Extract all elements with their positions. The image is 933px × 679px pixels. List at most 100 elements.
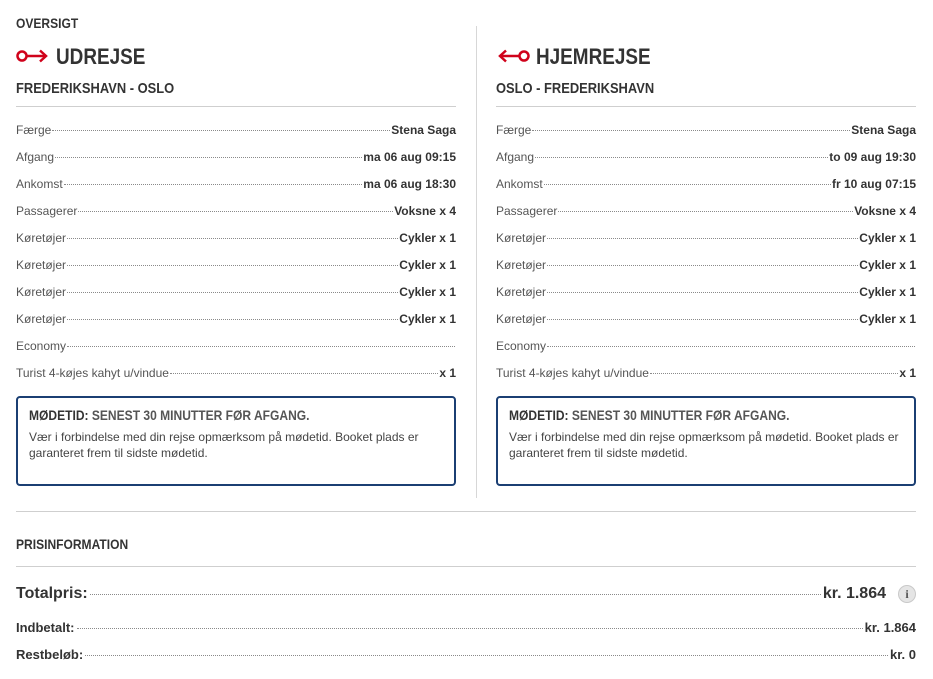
detail-label: Køretøjer <box>496 312 547 326</box>
divider <box>16 566 916 567</box>
detail-row: Køretøjer Cykler x 1 <box>496 312 916 339</box>
detail-value: ma 06 aug 18:30 <box>363 177 456 191</box>
return-details: Færge Stena Saga Afgang to 09 aug 19:30 Anko… <box>496 123 916 393</box>
detail-row: Passagerer Voksne x 4 <box>496 204 916 231</box>
detail-label: Køretøjer <box>496 285 547 299</box>
detail-value: Cykler x 1 <box>859 312 916 326</box>
paid-value: kr. 1.864 <box>864 620 916 635</box>
dot-leader <box>547 292 859 293</box>
paid-row: Indbetalt: kr. 1.864 <box>16 620 916 635</box>
detail-value: Stena Saga <box>851 123 916 137</box>
detail-value: Stena Saga <box>391 123 456 137</box>
dot-leader <box>85 655 888 656</box>
return-header: HJEMREJSE <box>496 40 916 74</box>
detail-label: Passagerer <box>16 204 78 218</box>
divider <box>16 106 456 107</box>
detail-label: Køretøjer <box>16 231 67 245</box>
column-divider <box>476 26 477 498</box>
dot-leader <box>67 292 399 293</box>
return-meeting-notice: MØDETID: SENEST 30 MINUTTER FØR AFGANG. … <box>496 396 916 486</box>
detail-label: Færge <box>16 123 52 137</box>
return-route: OSLO - FREDERIKSHAVN <box>496 80 655 97</box>
paid-label: Indbetalt: <box>16 620 75 635</box>
outbound-section: UDREJSE FREDERIKSHAVN - OSLO Færge Stena … <box>16 40 456 486</box>
divider <box>16 511 916 512</box>
arrow-left-icon <box>498 49 530 63</box>
dot-leader <box>67 238 399 239</box>
detail-label: Ankomst <box>16 177 63 191</box>
dot-leader <box>89 594 821 595</box>
return-title: HJEMREJSE <box>536 44 651 69</box>
arrow-right-icon <box>16 49 48 63</box>
remaining-value: kr. 0 <box>889 647 916 662</box>
dot-leader <box>547 319 859 320</box>
detail-row: Turist 4-køjes kahyt u/vindue x 1 <box>496 366 916 393</box>
total-price-label: Totalpris: <box>16 585 88 602</box>
detail-row: Turist 4-køjes kahyt u/vindue x 1 <box>16 366 456 393</box>
detail-value: fr 10 aug 07:15 <box>831 177 916 191</box>
outbound-title: UDREJSE <box>56 44 146 69</box>
dot-leader <box>67 265 399 266</box>
total-price-row: Totalpris: kr. 1.864 <box>16 585 886 603</box>
detail-value: Voksne x 4 <box>394 204 456 218</box>
detail-value: Cykler x 1 <box>399 231 456 245</box>
detail-row: Køretøjer Cykler x 1 <box>496 258 916 285</box>
dot-leader <box>532 130 851 131</box>
detail-row: Economy <box>16 339 456 366</box>
notice-text: Vær i forbindelse med din rejse opmærkso… <box>509 430 899 460</box>
dot-leader <box>535 157 829 158</box>
detail-value: Cykler x 1 <box>399 312 456 326</box>
detail-label: Køretøjer <box>16 258 67 272</box>
dot-leader <box>547 238 859 239</box>
detail-row: Køretøjer Cykler x 1 <box>16 312 456 339</box>
notice-title: MØDETID: SENEST 30 MINUTTER FØR AFGANG. <box>29 407 310 423</box>
dot-leader <box>76 628 863 629</box>
detail-value: Cykler x 1 <box>859 258 916 272</box>
detail-row: Passagerer Voksne x 4 <box>16 204 456 231</box>
detail-row: Færge Stena Saga <box>496 123 916 150</box>
detail-row: Ankomst ma 06 aug 18:30 <box>16 177 456 204</box>
detail-label: Economy <box>16 339 67 353</box>
outbound-header: UDREJSE <box>16 40 456 74</box>
detail-row: Afgang to 09 aug 19:30 <box>496 150 916 177</box>
detail-row: Køretøjer Cykler x 1 <box>16 258 456 285</box>
detail-label: Ankomst <box>496 177 543 191</box>
detail-label: Afgang <box>16 150 55 164</box>
dot-leader <box>169 373 439 374</box>
remaining-label: Restbeløb: <box>16 647 84 662</box>
dot-leader <box>547 265 859 266</box>
detail-value: x 1 <box>439 366 456 380</box>
detail-label: Economy <box>496 339 547 353</box>
detail-row: Afgang ma 06 aug 09:15 <box>16 150 456 177</box>
dot-leader <box>558 211 854 212</box>
detail-row: Køretøjer Cykler x 1 <box>496 285 916 312</box>
detail-row: Køretøjer Cykler x 1 <box>16 285 456 312</box>
outbound-route: FREDERIKSHAVN - OSLO <box>16 80 175 97</box>
detail-label: Køretøjer <box>496 258 547 272</box>
detail-label: Køretøjer <box>496 231 547 245</box>
detail-row: Færge Stena Saga <box>16 123 456 150</box>
info-icon[interactable]: i <box>898 585 916 603</box>
detail-label: Færge <box>496 123 532 137</box>
dot-leader <box>547 346 915 347</box>
detail-value: Cykler x 1 <box>859 231 916 245</box>
outbound-meeting-notice: MØDETID: SENEST 30 MINUTTER FØR AFGANG. … <box>16 396 456 486</box>
outbound-details: Færge Stena Saga Afgang ma 06 aug 09:15 Anko… <box>16 123 456 393</box>
dot-leader <box>67 346 455 347</box>
remaining-row: Restbeløb: kr. 0 <box>16 647 916 662</box>
price-section-title: PRISINFORMATION <box>16 536 129 552</box>
detail-label: Turist 4-køjes kahyt u/vindue <box>16 366 169 380</box>
notice-text: Vær i forbindelse med din rejse opmærkso… <box>29 430 419 460</box>
detail-label: Turist 4-køjes kahyt u/vindue <box>496 366 649 380</box>
detail-label: Afgang <box>496 150 535 164</box>
detail-label: Køretøjer <box>16 285 67 299</box>
detail-label: Passagerer <box>496 204 558 218</box>
dot-leader <box>52 130 391 131</box>
detail-value: ma 06 aug 09:15 <box>363 150 456 164</box>
return-section: HJEMREJSE OSLO - FREDERIKSHAVN Færge Sten… <box>496 40 916 486</box>
detail-value: Voksne x 4 <box>854 204 916 218</box>
detail-row: Ankomst fr 10 aug 07:15 <box>496 177 916 204</box>
dot-leader <box>55 157 363 158</box>
detail-row: Køretøjer Cykler x 1 <box>16 231 456 258</box>
dot-leader <box>67 319 399 320</box>
